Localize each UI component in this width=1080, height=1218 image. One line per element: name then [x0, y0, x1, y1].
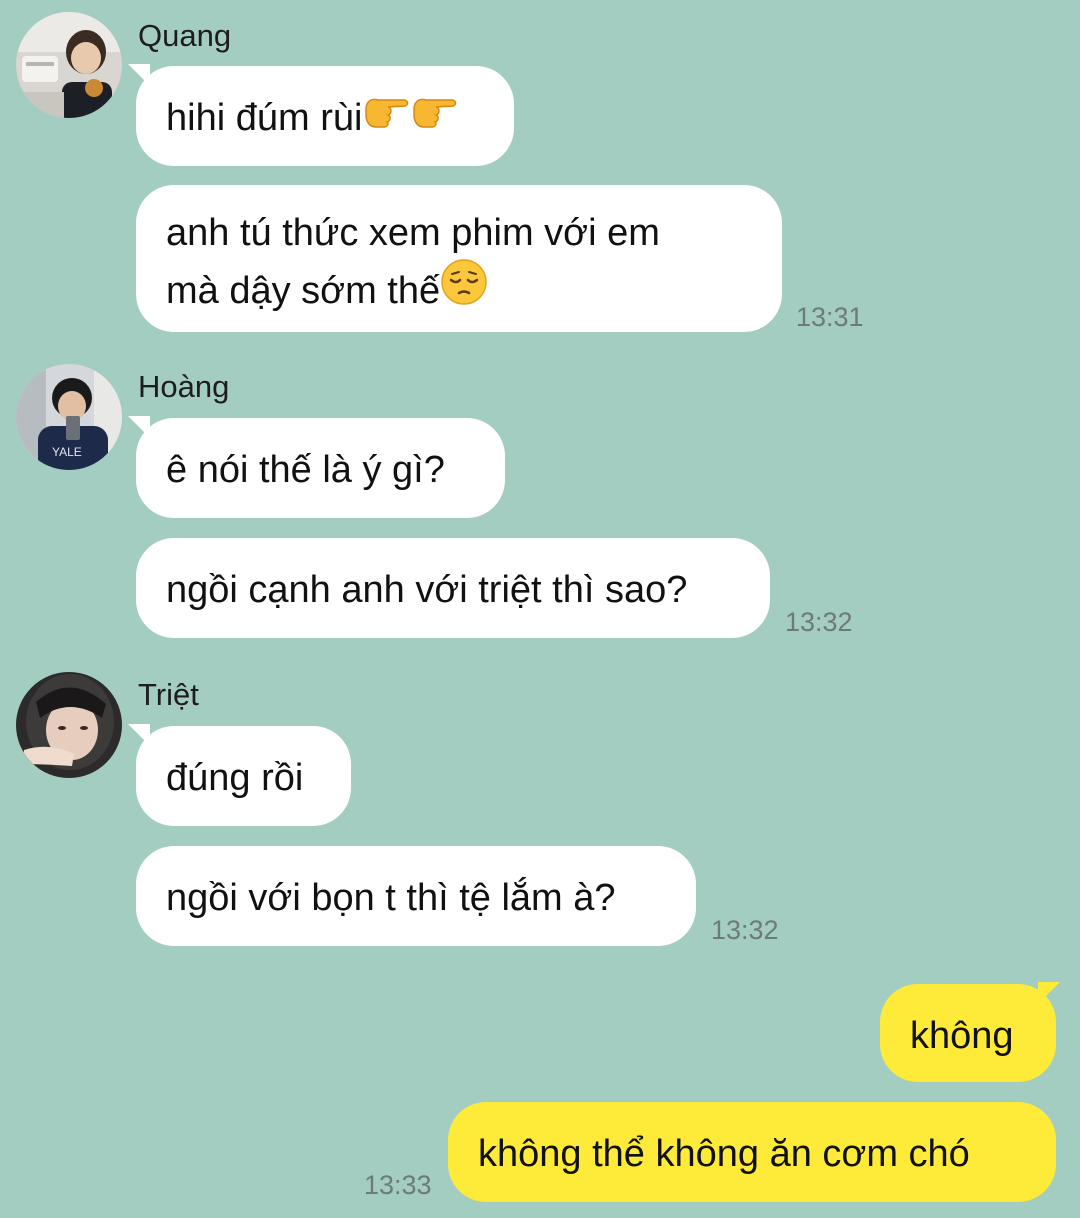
- message-text: mà dậy sớm thế: [166, 270, 441, 313]
- message-bubble[interactable]: đúng rồi: [136, 726, 351, 826]
- svg-text:YALE: YALE: [52, 445, 82, 459]
- avatar-triet[interactable]: [16, 672, 122, 778]
- message-bubble[interactable]: hihi đúm rùi: [136, 66, 514, 166]
- message-text: anh tú thức xem phim với em: [166, 212, 660, 254]
- avatar-hoang[interactable]: YALE: [16, 364, 122, 470]
- message-bubble[interactable]: ngồi cạnh anh với triệt thì sao?: [136, 538, 770, 638]
- message-text: đúng rồi: [166, 757, 304, 799]
- pensive-face-emoji: [440, 258, 488, 322]
- message-timestamp: 13:32: [711, 915, 779, 945]
- message-text: ngồi cạnh anh với triệt thì sao?: [166, 569, 688, 611]
- pointing-right-emoji: [362, 89, 410, 145]
- message-text: không: [910, 1015, 1014, 1057]
- message-bubble[interactable]: không thể không ăn cơm chó: [448, 1102, 1056, 1202]
- message-bubble[interactable]: không: [880, 984, 1056, 1082]
- message-text: hihi đúm rùi: [166, 97, 363, 139]
- sender-name-quang: Quang: [138, 18, 232, 53]
- message-bubble[interactable]: anh tú thức xem phim với em mà dậy sớm t…: [136, 185, 782, 332]
- message-text: ngồi với bọn t thì tệ lắm à?: [166, 877, 616, 919]
- message-timestamp: 13:33: [364, 1170, 432, 1200]
- avatar-quang[interactable]: [16, 12, 122, 118]
- message-timestamp: 13:31: [796, 302, 864, 332]
- message-text: không thể không ăn cơm chó: [478, 1133, 970, 1175]
- pointing-right-emoji: [410, 89, 458, 145]
- message-text: ê nói thế là ý gì?: [166, 449, 445, 491]
- sender-name-hoang: Hoàng: [138, 369, 230, 404]
- message-bubble[interactable]: ê nói thế là ý gì?: [136, 418, 505, 518]
- message-timestamp: 13:32: [785, 607, 853, 637]
- message-bubble[interactable]: ngồi với bọn t thì tệ lắm à?: [136, 846, 696, 946]
- sender-name-triet: Triệt: [138, 677, 199, 712]
